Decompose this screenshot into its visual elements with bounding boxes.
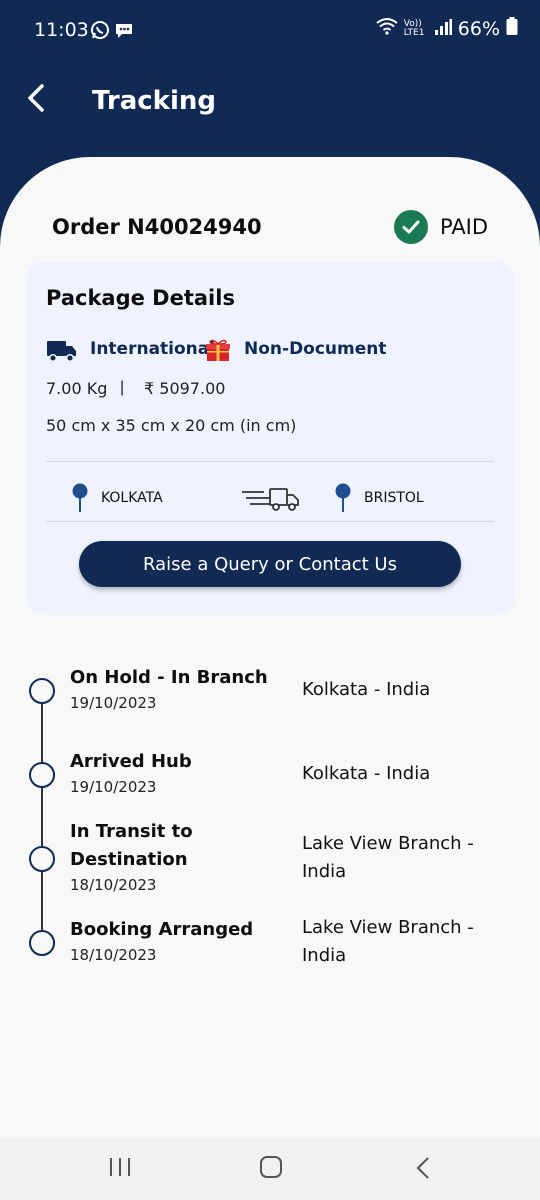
timeline-node-icon [29, 678, 55, 704]
network-label: Vo)) LTE1 [403, 18, 425, 38]
home-icon[interactable] [259, 1155, 283, 1184]
truck-icon [46, 338, 78, 369]
back-nav-icon[interactable] [414, 1156, 432, 1185]
timeline-node-icon [29, 762, 55, 788]
recent-apps-icon[interactable] [108, 1156, 132, 1183]
payment-status: PAID [440, 215, 489, 239]
timeline-status: In Transit to Destination [70, 821, 193, 870]
page-title: Tracking [92, 86, 216, 116]
divider [46, 461, 494, 462]
order-row: Order N40024940 PAID [52, 210, 492, 244]
package-price: ₹ 5097.00 [144, 379, 226, 398]
chevron-left-icon [25, 83, 47, 118]
order-number: Order N40024940 [52, 215, 262, 239]
signal-icon [434, 18, 452, 40]
timeline-location: Kolkata - India [302, 763, 431, 784]
separator: | [120, 379, 125, 396]
content-type-label: Non-Document [244, 339, 387, 359]
divider [46, 521, 494, 522]
status-time: 11:03 [34, 19, 89, 41]
origin-city: KOLKATA [101, 490, 163, 506]
timeline-date: 19/10/2023 [70, 694, 157, 712]
message-icon [114, 20, 134, 45]
location-pin-icon [71, 483, 89, 518]
wifi-icon [376, 17, 398, 40]
timeline-status: On Hold - In Branch [70, 667, 268, 688]
timeline-location: Kolkata - India [302, 679, 431, 700]
status-bar: 11:03 Vo)) LTE1 66% [0, 0, 540, 44]
timeline-connector [41, 702, 43, 930]
timeline-status: Arrived Hub [70, 751, 192, 772]
timeline-date: 18/10/2023 [70, 946, 157, 964]
back-button[interactable] [16, 78, 56, 122]
timeline-date: 19/10/2023 [70, 778, 157, 796]
shipping-type-label: International [90, 339, 216, 359]
check-circle-icon [394, 210, 428, 244]
package-details-title: Package Details [46, 286, 235, 310]
package-weight: 7.00 Kg [46, 379, 108, 398]
package-details-card: Package Details International Non-Docume… [27, 262, 514, 615]
timeline-location: Lake View Branch - India [302, 917, 474, 966]
gift-icon [205, 338, 231, 367]
app-bar: Tracking [0, 62, 540, 142]
timeline-node-icon [29, 930, 55, 956]
raise-query-button[interactable]: Raise a Query or Contact Us [79, 541, 461, 587]
destination-city: BRISTOL [364, 490, 424, 506]
delivery-truck-icon [240, 486, 302, 517]
battery-percent: 66% [457, 17, 500, 40]
system-nav-bar [0, 1137, 540, 1200]
timeline-status: Booking Arranged [70, 919, 254, 940]
timeline-date: 18/10/2023 [70, 876, 157, 894]
package-dimensions: 50 cm x 35 cm x 20 cm (in cm) [46, 416, 297, 435]
whatsapp-icon [90, 20, 110, 45]
timeline-node-icon [29, 846, 55, 872]
location-pin-icon [334, 483, 352, 518]
timeline-location: Lake View Branch - India [302, 833, 474, 882]
battery-icon [506, 17, 518, 40]
